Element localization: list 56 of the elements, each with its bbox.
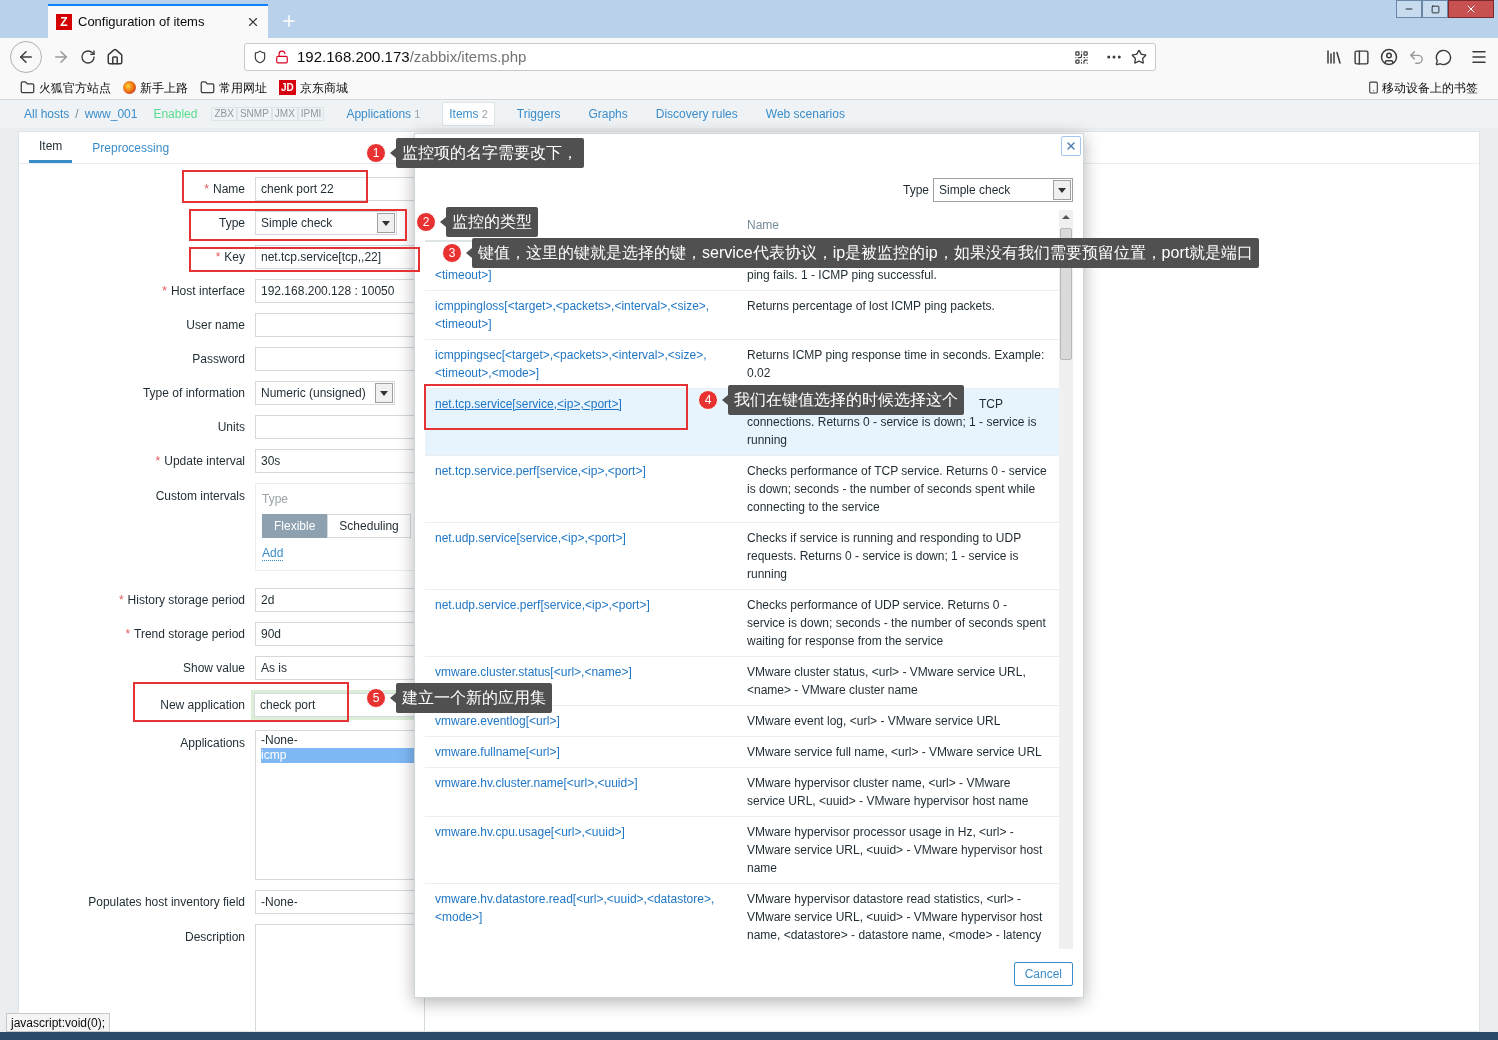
zabbix-logo-icon: Z <box>56 14 72 30</box>
field-label: Host interface <box>170 283 245 300</box>
field-label: New application <box>160 697 245 714</box>
type-label: Type <box>903 182 929 199</box>
field-label: Applications <box>180 735 245 752</box>
required-mark: * <box>155 453 161 470</box>
description-text: VMware hypervisor datastore read statistics, <url> - VMware service URL, <uuid> - VMware hypervisor host name, <datastore> - datastore name, <mode> - latency <box>747 891 1044 944</box>
column-header: Type <box>262 491 289 508</box>
description-text: Checks if service is running and responding to UDP requests. Returns 0 - service is down; 1 - service is running <box>747 530 1022 583</box>
callout-tooltip: 监控项的名字需要改下， <box>396 138 584 168</box>
field-label: Password <box>192 351 245 368</box>
field-label: Custom intervals <box>155 488 245 505</box>
callout-tooltip: 监控的类型 <box>446 207 538 237</box>
field-label: History storage period <box>127 592 245 609</box>
interface-tag: IPMI <box>297 107 325 121</box>
interface-tag: SNMP <box>236 107 272 121</box>
field-label: Type of information <box>142 385 245 402</box>
field-label: Key <box>224 249 245 266</box>
description-text: VMware event log, <url> - VMware service URL <box>747 713 1002 730</box>
breadcrumb-separator: / <box>75 106 79 123</box>
field-label: Populates host inventory field <box>88 894 245 911</box>
interface-tag: ZBX <box>211 107 237 121</box>
description-text: connections. Returns 0 - service is down; 1 - service is running <box>747 414 1038 449</box>
description-text: Returns percentage of lost ICMP ping packets. <box>747 298 996 315</box>
required-mark: * <box>215 249 221 266</box>
description-text: VMware hypervisor processor usage in Hz, <url> - VMware service URL, <uuid> - VMware hypervisor host name <box>747 824 1044 877</box>
field-label: Type <box>219 215 245 232</box>
required-mark: * <box>162 283 167 300</box>
required-mark: * <box>204 181 209 198</box>
field-label: Update interval <box>164 453 245 470</box>
description-text: TCP <box>979 396 1003 413</box>
status-url-text: javascript:void(0); <box>6 1013 111 1032</box>
status-text: Enabled <box>153 106 198 123</box>
callout-tooltip: 我们在键值选择的时候选择这个 <box>728 385 964 415</box>
description-text: VMware service full name, <url> - VMware service URL <box>747 744 1043 761</box>
callout-tooltip: 建立一个新的应用集 <box>396 683 552 713</box>
field-label: Description <box>184 929 245 946</box>
field-label: Show value <box>182 660 245 677</box>
callout-tooltip: 键值，这里的键就是选择的键，service代表协议，ip是被监控的ip，如果没有我们需要预留位置，port就是端口 <box>472 238 1260 268</box>
brand-logo-icon: JD <box>279 80 296 95</box>
description-text: VMware hypervisor cluster name, <url> - VMware service URL, <uuid> - VMware hypervisor host name <box>747 775 1030 810</box>
url-text: 192.168.200.173/zabbix/items.php <box>297 46 528 67</box>
required-mark: * <box>118 592 124 609</box>
field-label: Name <box>213 181 245 198</box>
description-text: ping fails. 1 - ICMP ping successful. <box>747 267 938 284</box>
description-text: Checks performance of TCP service. Returns 0 - service is down; seconds - the number of seconds spent while connecting to the service <box>747 463 1047 516</box>
interface-tag: JMX <box>271 107 298 121</box>
required-mark: * <box>125 626 131 643</box>
description-text: Returns ICMP ping response time in seconds. Example: 0.02 <box>747 347 1046 382</box>
field-label: Trend storage period <box>134 626 245 643</box>
field-label: Units <box>217 419 245 436</box>
tab-title: Configuration of items <box>78 13 206 32</box>
field-label: User name <box>186 317 245 334</box>
description-text: Checks performance of UDP service. Returns 0 - service is down; seconds - the number of seconds spent waiting for response from the service <box>747 597 1047 650</box>
description-text: VMware cluster status, <url> - VMware service URL, <name> - VMware cluster name <box>747 664 1027 699</box>
column-header: Name <box>747 217 779 234</box>
